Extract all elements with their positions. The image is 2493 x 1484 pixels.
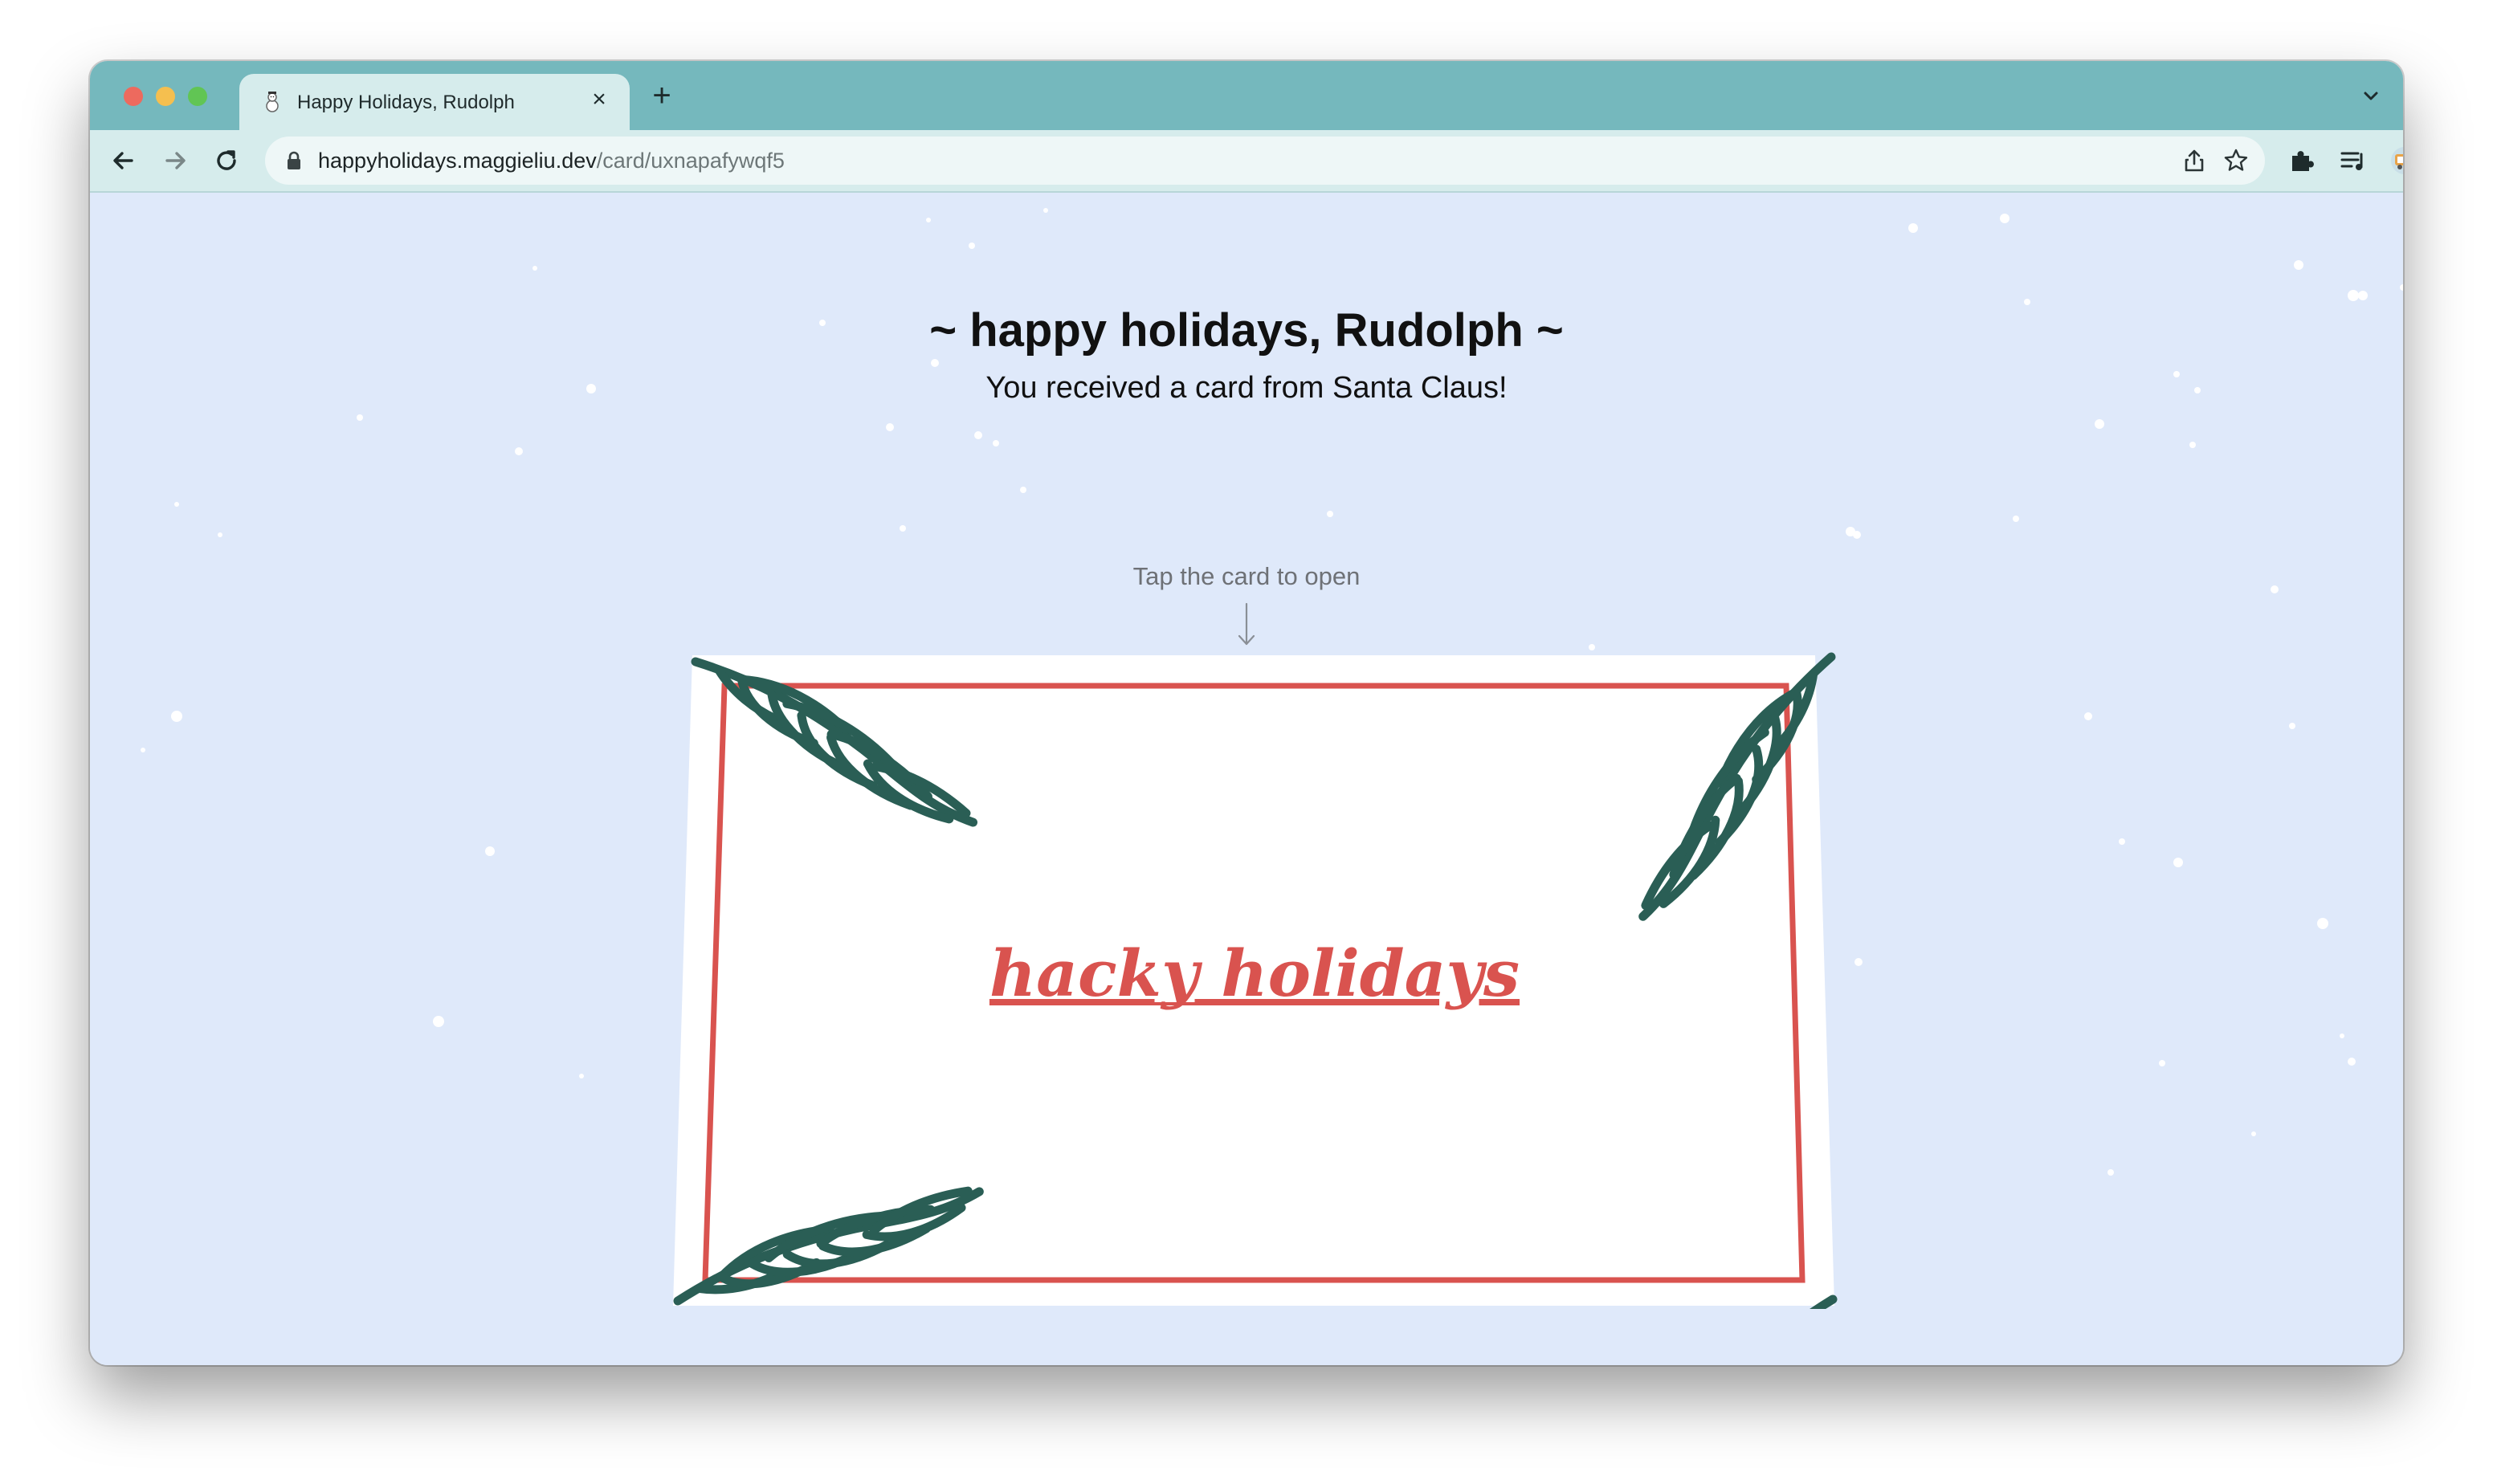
window-minimize-button[interactable] <box>156 87 175 106</box>
forward-arrow-icon[interactable] <box>157 143 193 178</box>
media-queue-icon[interactable] <box>2337 145 2369 177</box>
page-content: ~ happy holidays, Rudolph ~ You received… <box>90 193 2403 1365</box>
down-arrow-icon <box>1238 602 1255 646</box>
tab-title: Happy Holidays, Rudolph <box>297 92 515 113</box>
page-heading: ~ happy holidays, Rudolph ~ <box>929 304 1564 357</box>
browser-window: Happy Holidays, Rudolph × + happyholiday… <box>90 61 2403 1365</box>
tap-hint: Tap the card to open <box>1132 562 1361 590</box>
address-bar[interactable]: happyholidays.maggieliu.dev/card/uxnapaf… <box>265 137 2265 185</box>
url-text[interactable]: happyholidays.maggieliu.dev/card/uxnapaf… <box>318 149 785 173</box>
card-title: hacky holidays <box>989 936 1520 1011</box>
lock-icon[interactable] <box>286 151 302 170</box>
tab-close-icon[interactable]: × <box>585 85 614 114</box>
snowman-icon <box>266 92 279 112</box>
window-maximize-button[interactable] <box>188 87 207 106</box>
url-host: happyholidays.maggieliu.dev <box>318 149 597 173</box>
share-icon[interactable] <box>2180 146 2209 175</box>
browser-toolbar: happyholidays.maggieliu.dev/card/uxnapaf… <box>90 130 2403 193</box>
new-tab-button[interactable]: + <box>646 80 678 112</box>
window-close-button[interactable] <box>124 87 143 106</box>
page-subheading: You received a card from Santa Claus! <box>985 371 1508 405</box>
greeting-card[interactable]: hacky holidays <box>668 650 1841 1309</box>
tab-search-chevron-icon[interactable] <box>2356 82 2385 111</box>
back-arrow-icon[interactable] <box>106 143 141 178</box>
browser-tab-active[interactable]: Happy Holidays, Rudolph × <box>239 74 630 130</box>
bookmark-star-icon[interactable] <box>2222 146 2250 175</box>
url-path: /card/uxnapafywqf5 <box>596 149 785 173</box>
profile-avatar-icon[interactable] <box>2389 145 2403 177</box>
tab-strip: Happy Holidays, Rudolph × + <box>90 61 2403 130</box>
extensions-puzzle-icon[interactable] <box>2286 145 2318 177</box>
reload-icon[interactable] <box>209 143 244 178</box>
